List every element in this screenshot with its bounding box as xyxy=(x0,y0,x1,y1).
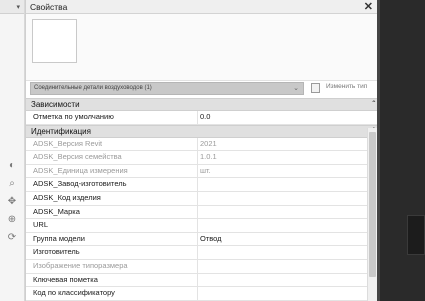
property-value[interactable] xyxy=(197,246,367,259)
drawing-element xyxy=(407,215,425,255)
property-row: ADSK_Единица измерения шт. xyxy=(26,164,378,179)
property-row: ADSK_Версия Revit 2021 xyxy=(26,137,378,152)
property-row: ADSK_Марка xyxy=(26,205,378,220)
zoom-icon[interactable]: ⌕ xyxy=(3,176,21,192)
property-name: Код по классификатору xyxy=(33,288,115,298)
property-value[interactable] xyxy=(197,273,367,287)
collapse-icon[interactable]: ˆ xyxy=(372,99,375,110)
drawing-area-background xyxy=(377,0,425,301)
property-name: ADSK_Марка xyxy=(33,206,80,216)
property-name: ADSK_Завод-изготовитель xyxy=(33,179,127,189)
property-row: URL xyxy=(26,219,378,233)
group-header[interactable]: Зависимости ˆ xyxy=(26,98,378,111)
property-row: ADSK_Завод-изготовитель xyxy=(26,178,378,192)
property-value[interactable] xyxy=(197,191,367,205)
properties-grid: Зависимости ˆ Отметка по умолчанию 0.0 Идент… xyxy=(26,98,378,301)
property-value[interactable]: 0.0 xyxy=(197,111,367,124)
property-row: Изготовитель xyxy=(26,246,378,260)
scrollbar-thumb[interactable] xyxy=(369,132,376,277)
type-preview-area xyxy=(26,14,377,81)
property-name: ADSK_Единица измерения xyxy=(33,165,128,175)
property-name: ADSK_Версия семейства xyxy=(33,152,122,162)
vertical-scrollbar[interactable] xyxy=(367,128,377,301)
property-name: Отметка по умолчанию xyxy=(33,112,114,121)
property-row: Отметка по умолчанию 0.0 xyxy=(26,111,378,125)
view-cube-icon[interactable]: ◐ xyxy=(3,158,21,174)
property-value xyxy=(197,259,367,273)
close-icon[interactable]: ✕ xyxy=(364,0,373,13)
property-row: ADSK_Версия семейства 1.0.1 xyxy=(26,151,378,165)
type-selector-value: Соединительные детали воздуховодов (1) xyxy=(34,85,152,91)
group-header[interactable]: Идентификацияˆ xyxy=(26,124,378,138)
property-value[interactable] xyxy=(197,287,367,300)
group-header-label: Идентификация xyxy=(31,126,91,136)
dropdown-arrow-icon[interactable]: ▾ xyxy=(16,3,20,11)
panel-title: Свойства xyxy=(30,2,68,12)
property-value: 1.0.1 xyxy=(197,151,367,164)
left-toolbar-header: ▾ xyxy=(0,0,24,14)
type-preview-image xyxy=(32,19,77,63)
property-name: ADSK_Версия Revit xyxy=(33,138,103,148)
group-header-label: Зависимости xyxy=(31,100,80,109)
property-name: Ключевая пометка xyxy=(33,274,98,284)
property-value[interactable] xyxy=(197,219,367,232)
property-name: ADSK_Код изделия xyxy=(33,192,101,202)
orbit-icon[interactable]: ⟳ xyxy=(3,230,21,246)
properties-title-bar: Свойства ✕ xyxy=(26,0,377,14)
edit-type-icon[interactable] xyxy=(311,83,320,93)
property-name: Изготовитель xyxy=(33,247,80,257)
property-value: шт. xyxy=(197,164,367,178)
property-name: Группа модели xyxy=(33,233,85,243)
pan-icon[interactable]: ✥ xyxy=(3,194,21,210)
property-row: Код по классификатору xyxy=(26,287,378,301)
type-selector-row: Соединительные детали воздуховодов (1) ⌄… xyxy=(26,82,378,95)
left-toolbar: ▾ ◐ ⌕ ✥ ⊕ ⟳ xyxy=(0,0,25,301)
property-name: URL xyxy=(33,220,49,230)
property-row: Изображение типоразмера xyxy=(26,259,378,274)
chevron-down-icon: ⌄ xyxy=(293,85,299,92)
property-row: ADSK_Код изделия xyxy=(26,191,378,206)
property-value: 2021 xyxy=(197,137,367,151)
property-name: Изображение типоразмера xyxy=(33,260,128,270)
drawing-area-edge xyxy=(377,0,380,301)
properties-panel: Свойства ✕ Соединительные детали воздухо… xyxy=(25,0,378,301)
type-selector-dropdown[interactable]: Соединительные детали воздуховодов (1) ⌄ xyxy=(30,82,304,95)
property-value[interactable] xyxy=(197,178,367,191)
property-row: Ключевая пометка xyxy=(26,273,378,288)
property-value[interactable] xyxy=(197,205,367,219)
property-row: Группа модели Отвод xyxy=(26,232,378,247)
zoom-region-icon[interactable]: ⊕ xyxy=(3,212,21,228)
edit-type-button[interactable]: Изменить тип xyxy=(326,83,367,90)
property-value[interactable]: Отвод xyxy=(197,232,367,246)
